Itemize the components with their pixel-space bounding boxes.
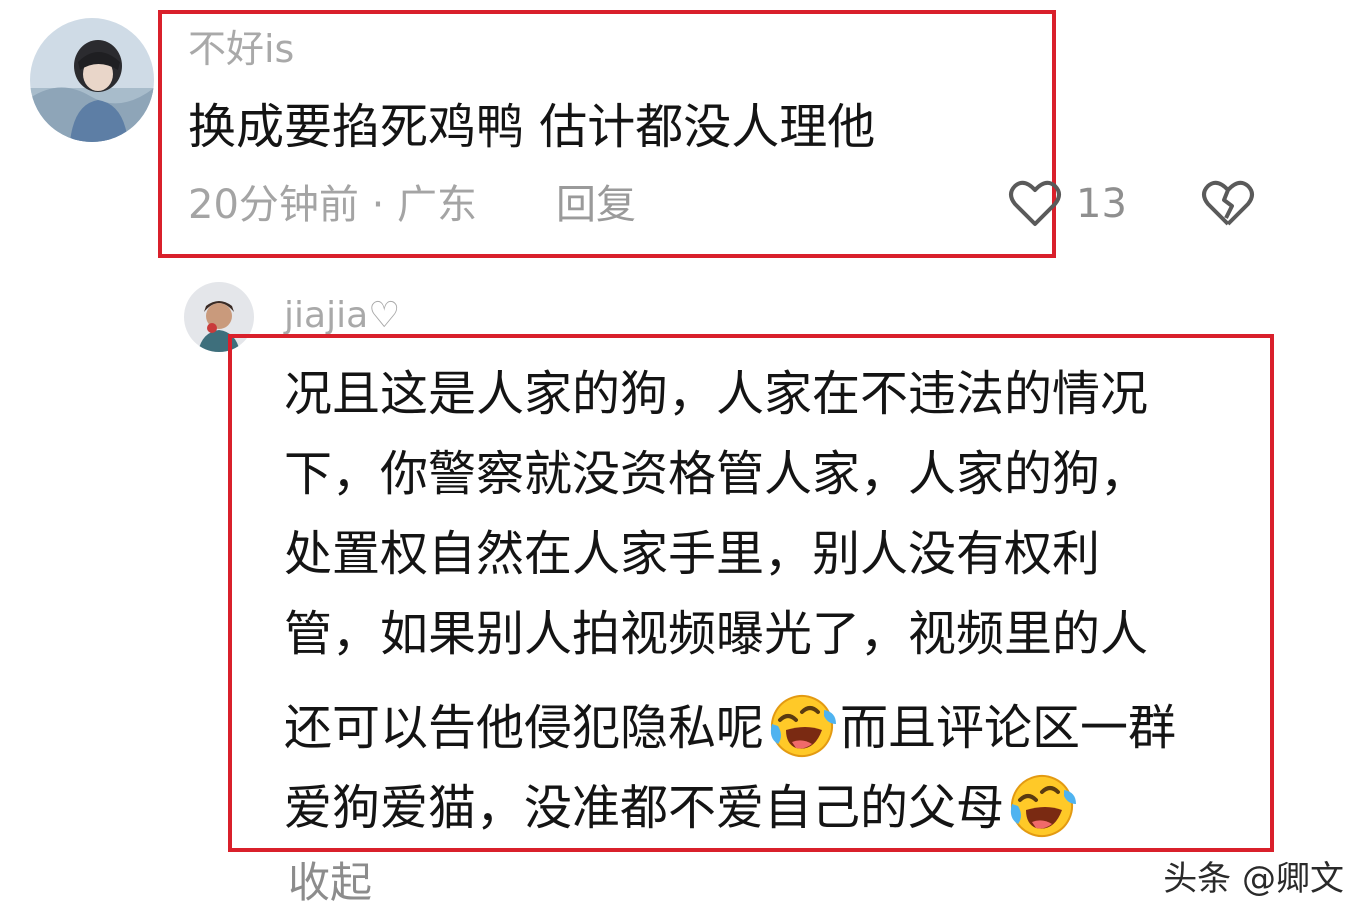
replier-username[interactable]: jiajia♡	[284, 298, 400, 334]
reply-text-segment: 还可以告他侵犯隐私呢	[284, 700, 765, 756]
comment-text: 换成要掐死鸡鸭 估计都没人理他	[188, 99, 876, 155]
dislike-broken-heart-icon[interactable]	[1200, 178, 1256, 228]
commenter-username[interactable]: 不好is	[188, 30, 294, 68]
like-heart-icon[interactable]	[1008, 178, 1062, 228]
source-watermark: 头条 @卿文	[1163, 859, 1344, 899]
reply-text-line-6: 爱狗爱猫，没准都不爱自己的父母	[284, 770, 1080, 842]
reply-text-line-4: 管，如果别人拍视频曝光了，视频里的人	[284, 606, 1149, 662]
reply-text-segment: 爱狗爱猫，没准都不爱自己的父母	[284, 780, 1005, 836]
reply-text-line-3: 处置权自然在人家手里，别人没有权利	[284, 526, 1101, 582]
collapse-replies-button[interactable]: 收起	[288, 862, 372, 904]
commenter-avatar[interactable]	[30, 18, 154, 142]
comment-time-location: 20分钟前 · 广东	[188, 182, 478, 228]
laughing-crying-emoji-icon	[766, 690, 838, 762]
like-count: 13	[1076, 181, 1127, 227]
reply-text-segment: 而且评论区一群	[840, 700, 1177, 756]
user-avatar-icon	[30, 18, 154, 142]
laughing-crying-emoji-icon	[1006, 770, 1078, 842]
reply-text-line-2: 下，你警察就没资格管人家，人家的狗，	[284, 446, 1149, 502]
reply-text-line-5: 还可以告他侵犯隐私呢 而且评论区一群	[284, 690, 1176, 762]
reply-text-line-1: 况且这是人家的狗，人家在不违法的情况	[284, 366, 1149, 422]
reply-button[interactable]: 回复	[556, 185, 636, 225]
